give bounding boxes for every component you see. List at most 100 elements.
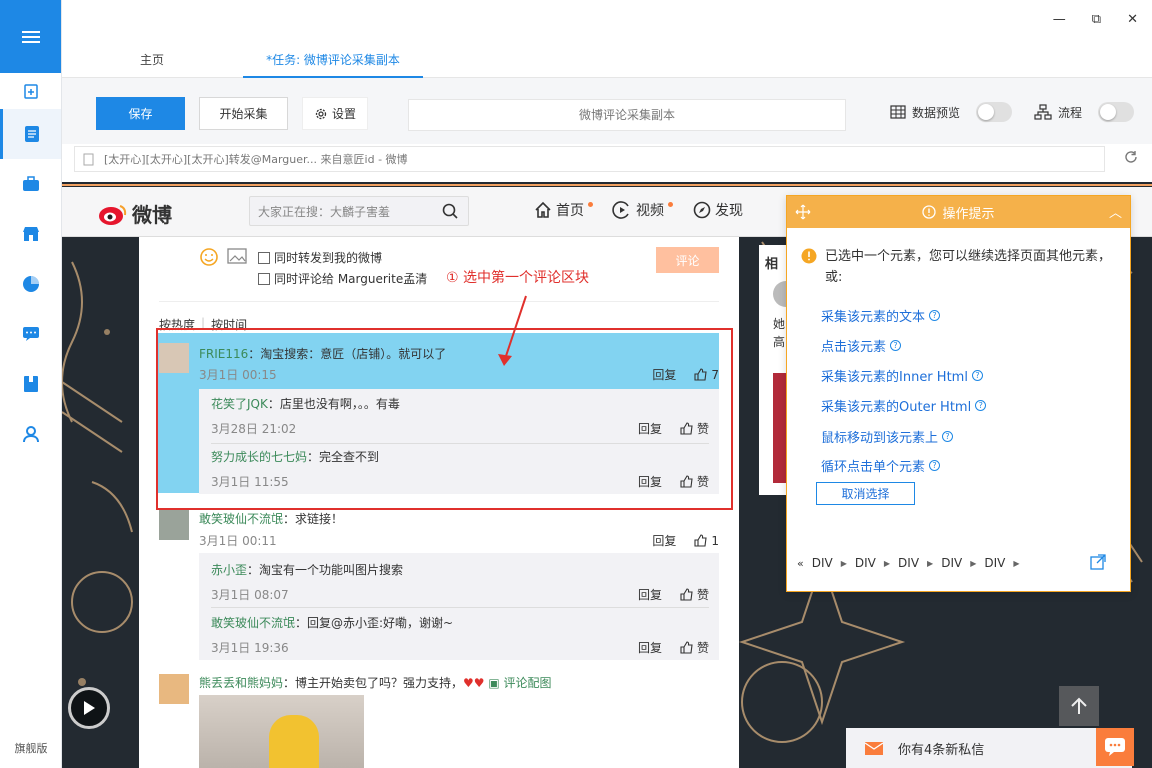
nav-home[interactable]: 首页: [534, 200, 593, 220]
window-controls: — ⧉ ✕: [1053, 12, 1138, 27]
reply-body: ：回复@赤小歪:好嘞，谢谢~: [295, 616, 454, 630]
help-icon[interactable]: ?: [929, 310, 941, 321]
reply-author[interactable]: 敢笑玻仙不流氓: [211, 616, 295, 630]
save-button[interactable]: 保存: [96, 97, 185, 130]
cancel-selection-button[interactable]: 取消选择: [816, 482, 915, 505]
rail-data[interactable]: [0, 259, 61, 309]
weibo-search-input[interactable]: 大家正在搜：大麟子害羞: [249, 196, 469, 226]
tab-home[interactable]: 主页: [122, 46, 182, 78]
path-node[interactable]: DIV: [812, 556, 833, 570]
image-icon[interactable]: [227, 247, 247, 265]
comment-to-option[interactable]: 同时评论给 Marguerite孟清: [258, 270, 427, 287]
like-button[interactable]: 赞: [680, 639, 709, 656]
like-button[interactable]: 赞: [680, 586, 709, 603]
help-icon[interactable]: ?: [975, 400, 987, 411]
comment-to-checkbox[interactable]: [258, 272, 270, 285]
comment-time: 3月1日 00:11: [199, 534, 277, 548]
repost-option[interactable]: 同时转发到我的微博: [258, 249, 382, 266]
collect-inner-html-action[interactable]: 采集该元素的Inner Html?: [821, 366, 983, 385]
rail-toolbox[interactable]: [0, 159, 61, 209]
rail-tutorial[interactable]: [0, 359, 61, 409]
emoji-icon[interactable]: [199, 247, 219, 267]
like-count: 1: [711, 533, 719, 548]
chevron-right-icon: ▶: [970, 558, 977, 568]
chat-icon: [22, 327, 39, 341]
search-icon[interactable]: [442, 203, 458, 219]
play-button[interactable]: [68, 687, 110, 729]
notification-dot: [668, 201, 673, 207]
menu-button[interactable]: [0, 0, 61, 73]
arrow-up-icon: [1071, 697, 1087, 714]
refresh-button[interactable]: [1124, 150, 1138, 168]
maximize-button[interactable]: ⧉: [1092, 12, 1101, 27]
settings-button[interactable]: 设置: [302, 97, 368, 130]
comment-image-link[interactable]: ▣ 评论配图: [488, 676, 551, 690]
start-collect-button[interactable]: 开始采集: [199, 97, 288, 130]
external-link-icon[interactable]: [1090, 554, 1106, 570]
flow-switch[interactable]: [1098, 102, 1135, 122]
nav-discover[interactable]: 发现: [693, 200, 743, 220]
new-task-button[interactable]: [0, 73, 61, 109]
close-button[interactable]: ✕: [1127, 12, 1138, 27]
flow-toggle-group: 流程: [1034, 102, 1135, 122]
path-node[interactable]: DIV: [941, 556, 962, 570]
reply-item[interactable]: 赤小歪：淘宝有一个功能叫图片搜索 3月1日 08:07 回复 赞: [211, 561, 709, 603]
mail-icon: [864, 742, 884, 755]
help-icon[interactable]: ?: [929, 460, 941, 471]
click-element-action[interactable]: 点击该元素?: [821, 336, 902, 355]
loop-click-action[interactable]: 循环点击单个元素?: [821, 456, 941, 475]
private-message-bar[interactable]: 你有4条新私信: [846, 728, 1132, 768]
thumbs-up-icon: [680, 641, 693, 654]
path-node[interactable]: DIV: [855, 556, 876, 570]
repost-checkbox[interactable]: [258, 251, 270, 264]
rail-store[interactable]: [0, 209, 61, 259]
action-label: 循环点击单个元素: [821, 460, 926, 475]
panel-header[interactable]: 操作提示 ︿: [787, 196, 1130, 228]
collect-text-action[interactable]: 采集该元素的文本?: [821, 306, 941, 325]
back-to-top-button[interactable]: [1059, 686, 1099, 726]
help-icon[interactable]: ?: [890, 340, 902, 351]
path-node[interactable]: DIV: [898, 556, 919, 570]
nav-discover-label: 发现: [715, 203, 743, 219]
help-icon[interactable]: ?: [971, 370, 983, 381]
reply-button[interactable]: 回复: [638, 586, 662, 603]
collect-outer-html-action[interactable]: 采集该元素的Outer Html?: [821, 396, 987, 415]
reply-item[interactable]: 敢笑玻仙不流氓：回复@赤小歪:好嘞，谢谢~ 3月1日 19:36 回复 赞: [211, 614, 709, 656]
hover-element-action[interactable]: 鼠标移动到该元素上?: [821, 427, 954, 446]
rail-messages[interactable]: [0, 309, 61, 359]
data-preview-switch[interactable]: [976, 102, 1013, 122]
collapse-icon[interactable]: ︿: [1109, 202, 1122, 221]
book-icon: [23, 376, 38, 392]
help-icon[interactable]: ?: [942, 431, 954, 442]
flow-label: 流程: [1058, 105, 1083, 120]
rail-tasks[interactable]: [0, 109, 61, 159]
path-node[interactable]: DIV: [984, 556, 1005, 570]
comment-image[interactable]: [199, 695, 364, 768]
thumbs-up-icon: [680, 588, 693, 601]
comment-author[interactable]: 敢笑玻仙不流氓: [199, 512, 283, 526]
comment-author[interactable]: 熊丢丢和熊妈妈: [199, 676, 283, 690]
reply-author[interactable]: 赤小歪: [211, 563, 247, 577]
heart-emoji: ♥♥: [463, 676, 485, 690]
nav-video[interactable]: 视频: [612, 200, 673, 220]
task-name-field[interactable]: 微博评论采集副本: [408, 99, 846, 131]
reply-button[interactable]: 回复: [652, 532, 676, 549]
tab-task[interactable]: *任务: 微博评论采集副本: [243, 46, 423, 78]
comment-text: 敢笑玻仙不流氓：求链接！: [199, 510, 343, 527]
like-button[interactable]: 1: [694, 534, 719, 548]
rail-account[interactable]: [0, 409, 61, 459]
address-bar[interactable]: [太开心][太开心][太开心]转发@Marguer... 来自意匠id - 微博: [74, 146, 1105, 172]
settings-label: 设置: [331, 107, 356, 121]
minimize-button[interactable]: —: [1053, 12, 1066, 27]
weibo-logo-text: 微博: [132, 203, 172, 227]
chat-button[interactable]: [1096, 728, 1134, 766]
chevron-right-icon: ▶: [1013, 558, 1020, 568]
chevron-right-icon: ▶: [883, 558, 891, 568]
edition-label: 旗舰版: [14, 742, 48, 755]
move-icon[interactable]: [795, 204, 811, 220]
path-back-icon[interactable]: «: [797, 557, 804, 570]
like-label: 赞: [696, 641, 709, 655]
submit-comment-button[interactable]: 评论: [656, 247, 719, 273]
weibo-logo[interactable]: 微博: [98, 199, 172, 228]
reply-button[interactable]: 回复: [638, 639, 662, 656]
